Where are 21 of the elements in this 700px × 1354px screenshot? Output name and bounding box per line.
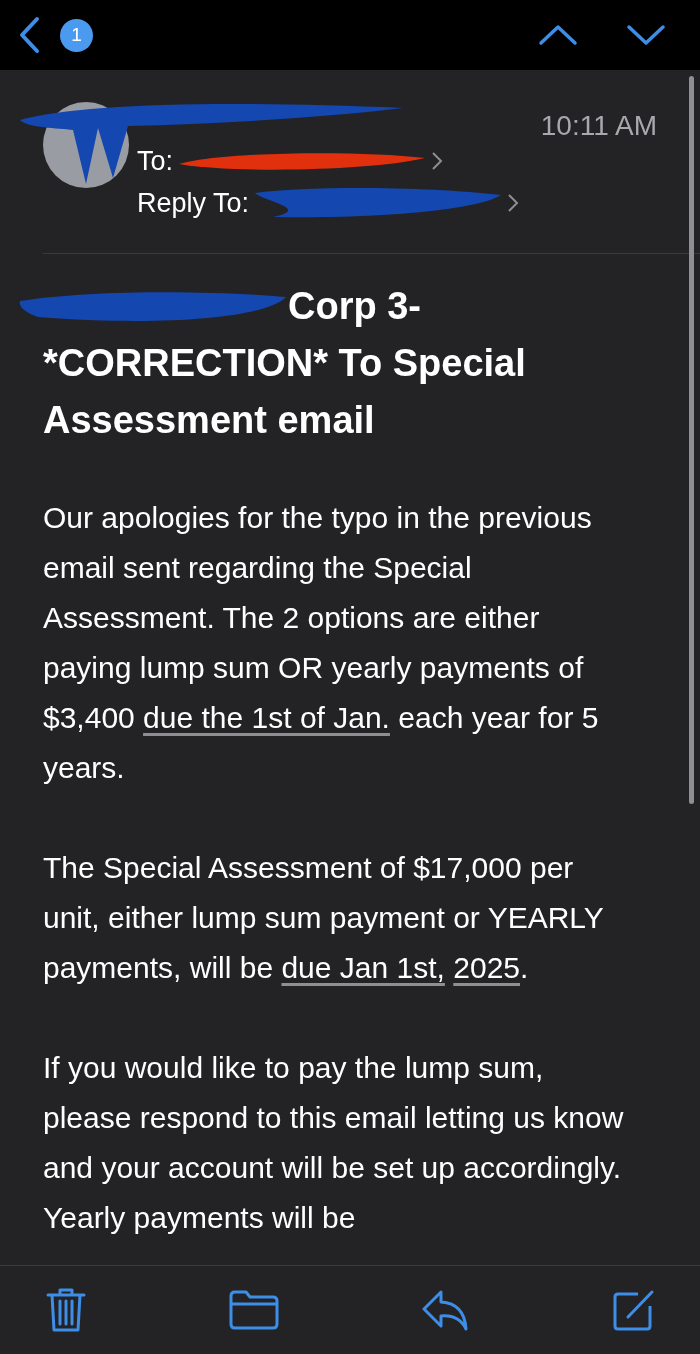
subject-text: *CORRECTION* To Special Assessment email xyxy=(43,341,527,443)
folder-icon[interactable] xyxy=(228,1290,279,1330)
date-link[interactable]: due Jan 1st, xyxy=(281,951,445,984)
body-paragraph: If you would like to pay the lump sum, please respond to this email letting us know and your account will be set up accordingly. Yearly payments will be xyxy=(43,1050,625,1236)
message-time: 10:11 AM xyxy=(540,110,657,142)
body-paragraph: The Special Assessment of $17,000 per unit, either lump sum payment or YEARLY payments, will be due Jan 1st, 2025. xyxy=(43,850,605,986)
previous-message-icon[interactable] xyxy=(538,24,578,46)
date-link[interactable]: 2025 xyxy=(453,951,521,984)
reply-icon[interactable] xyxy=(421,1289,470,1331)
unread-badge: 1 xyxy=(60,18,93,52)
next-message-icon[interactable] xyxy=(626,24,666,46)
subject-text: Corp 3- xyxy=(288,284,421,329)
trash-icon[interactable] xyxy=(46,1287,86,1333)
chevron-icon[interactable] xyxy=(507,193,520,213)
date-link[interactable]: due the 1st of Jan. xyxy=(143,701,390,734)
compose-icon[interactable] xyxy=(611,1288,656,1332)
reply-to-label: Reply To: xyxy=(137,187,250,219)
back-icon[interactable] xyxy=(18,16,40,54)
to-label: To: xyxy=(137,145,174,177)
body-paragraph: Our apologies for the typo in the previous email sent regarding the Special Assessment. The 2 options are either paying lump sum OR yearly payments of $3,400 due the 1st of Jan. each year for 5 years. xyxy=(43,500,600,786)
chevron-icon[interactable] xyxy=(431,151,444,171)
